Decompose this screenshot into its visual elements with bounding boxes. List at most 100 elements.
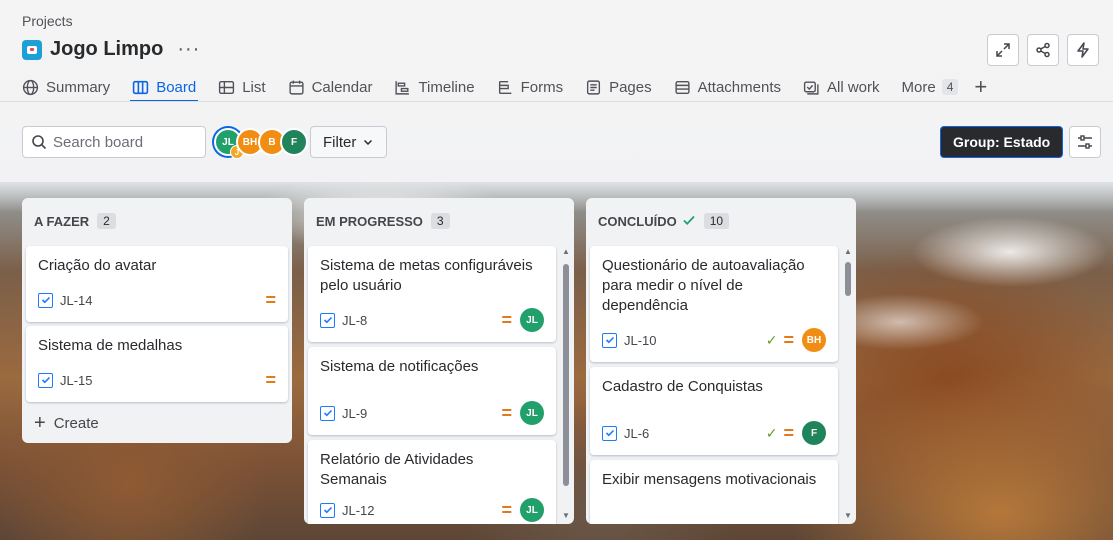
issue-key[interactable]: JL-10 bbox=[624, 333, 760, 348]
search-icon bbox=[32, 135, 47, 150]
task-type-icon bbox=[602, 332, 617, 348]
tab-forms[interactable]: Forms bbox=[497, 73, 564, 101]
timeline-icon bbox=[395, 80, 410, 95]
card-footer: JL-12 = JL bbox=[320, 498, 544, 522]
card-title: Sistema de metas configuráveis pelo usuá… bbox=[320, 257, 533, 294]
assignee-avatar[interactable]: F bbox=[802, 421, 826, 445]
column-scrollbar[interactable]: ▲ ▼ bbox=[562, 248, 570, 520]
tab-timeline[interactable]: Timeline bbox=[394, 73, 475, 101]
task-type-icon bbox=[38, 292, 53, 308]
add-view-plus-icon[interactable]: + bbox=[974, 74, 987, 100]
group-by-button[interactable]: Group: Estado bbox=[940, 126, 1064, 158]
avatar-initials: B bbox=[268, 136, 276, 148]
scroll-up-icon[interactable]: ▲ bbox=[844, 248, 852, 256]
priority-medium-icon: = bbox=[783, 330, 794, 350]
share-button[interactable] bbox=[1027, 34, 1059, 66]
priority-medium-icon: = bbox=[265, 290, 276, 310]
tab-attachments[interactable]: Attachments bbox=[674, 73, 781, 101]
sliders-icon bbox=[1078, 135, 1092, 149]
attachments-icon bbox=[675, 80, 690, 94]
board-icon bbox=[132, 80, 149, 94]
tab-label: Timeline bbox=[418, 78, 475, 96]
issue-card-exibir-mensagens[interactable]: Exibir mensagens motivacionais bbox=[590, 460, 838, 524]
issue-card-jl-8[interactable]: Sistema de metas configuráveis pelo usuá… bbox=[308, 246, 556, 342]
done-check-icon bbox=[682, 213, 696, 230]
view-settings-button[interactable] bbox=[1069, 126, 1101, 158]
priority-medium-icon: = bbox=[501, 500, 512, 520]
page-title[interactable]: Jogo Limpo bbox=[50, 38, 163, 61]
title-row: Jogo Limpo ··· bbox=[22, 38, 200, 61]
issue-card-jl-14[interactable]: Criação do avatar JL-14 = bbox=[26, 246, 288, 322]
task-type-icon bbox=[320, 312, 335, 328]
create-issue-button[interactable]: + Create bbox=[34, 413, 99, 433]
more-actions-icon[interactable]: ··· bbox=[177, 38, 200, 61]
scroll-down-icon[interactable]: ▼ bbox=[562, 512, 570, 520]
tab-label: Forms bbox=[520, 78, 564, 96]
issue-key[interactable]: JL-15 bbox=[60, 373, 259, 388]
issue-key[interactable]: JL-12 bbox=[342, 503, 495, 518]
tab-pages[interactable]: Pages bbox=[585, 73, 652, 101]
scroll-down-icon[interactable]: ▼ bbox=[844, 512, 852, 520]
automation-button[interactable] bbox=[1067, 34, 1099, 66]
header-actions bbox=[987, 34, 1099, 66]
issue-key[interactable]: JL-9 bbox=[342, 406, 495, 421]
issue-key[interactable]: JL-8 bbox=[342, 313, 495, 328]
card-footer: JL-6 ✓ = F bbox=[602, 421, 826, 445]
column-title: A FAZER bbox=[34, 213, 90, 229]
filter-label: Filter bbox=[323, 133, 357, 151]
tab-board[interactable]: Board bbox=[130, 73, 199, 102]
column-count: 2 bbox=[97, 213, 116, 229]
column-header[interactable]: A FAZER 2 bbox=[22, 198, 292, 244]
scrollbar-thumb[interactable] bbox=[845, 262, 851, 296]
issue-card-jl-12[interactable]: Relatório de Atividades Semanais JL-12 =… bbox=[308, 440, 556, 524]
tab-more[interactable]: More 4 bbox=[902, 73, 959, 101]
avatar-filter-group: JL J BH B F bbox=[214, 128, 308, 159]
column-a-fazer: A FAZER 2 Criação do avatar JL-14 = Sist… bbox=[22, 198, 292, 443]
list-icon bbox=[219, 80, 235, 94]
card-title: Questionário de autoavaliação para medir… bbox=[602, 257, 805, 314]
issue-key[interactable]: JL-6 bbox=[624, 426, 760, 441]
card-footer: JL-15 = bbox=[38, 368, 276, 392]
tab-calendar[interactable]: Calendar bbox=[288, 73, 372, 101]
task-type-icon bbox=[602, 425, 617, 441]
tab-list[interactable]: List bbox=[218, 73, 266, 101]
filter-button[interactable]: Filter bbox=[310, 126, 388, 158]
issue-card-jl-15[interactable]: Sistema de medalhas JL-15 = bbox=[26, 326, 288, 402]
column-count: 3 bbox=[430, 213, 450, 229]
assignee-avatar[interactable]: JL bbox=[520, 308, 544, 332]
card-footer: JL-14 = bbox=[38, 288, 276, 312]
assignee-avatar[interactable]: JL bbox=[520, 498, 544, 522]
avatar-initials: F bbox=[290, 136, 298, 148]
tab-label: Pages bbox=[609, 78, 652, 96]
forms-icon bbox=[498, 80, 511, 94]
column-header[interactable]: CONCLUÍDO 10 bbox=[586, 198, 856, 244]
plus-icon: + bbox=[34, 412, 46, 434]
tab-label: Summary bbox=[46, 78, 111, 96]
breadcrumb-projects[interactable]: Projects bbox=[22, 13, 73, 29]
tab-summary[interactable]: Summary bbox=[22, 73, 110, 101]
tab-all-work[interactable]: All work bbox=[803, 73, 880, 101]
issue-key[interactable]: JL-14 bbox=[60, 293, 259, 308]
expand-icon bbox=[996, 43, 1010, 57]
tab-label: Attachments bbox=[697, 78, 781, 96]
avatar-initials: BH bbox=[242, 136, 258, 148]
scroll-up-icon[interactable]: ▲ bbox=[562, 248, 570, 256]
issue-card-jl-9[interactable]: Sistema de notificações JL-9 = JL bbox=[308, 347, 556, 435]
priority-medium-icon: = bbox=[783, 423, 794, 443]
card-title: Sistema de medalhas bbox=[38, 337, 183, 354]
avatar-filter-f[interactable]: F bbox=[280, 128, 308, 156]
lightning-icon bbox=[1077, 42, 1089, 58]
search-input[interactable] bbox=[53, 133, 193, 151]
scrollbar-thumb[interactable] bbox=[563, 264, 569, 486]
issue-card-jl-6[interactable]: Cadastro de Conquistas JL-6 ✓ = F bbox=[590, 367, 838, 455]
issue-card-jl-10[interactable]: Questionário de autoavaliação para medir… bbox=[590, 246, 838, 362]
column-title: CONCLUÍDO bbox=[598, 213, 677, 229]
column-header[interactable]: EM PROGRESSO 3 bbox=[304, 198, 574, 244]
column-scrollbar[interactable]: ▲ ▼ bbox=[844, 248, 852, 520]
search-board[interactable] bbox=[22, 126, 206, 158]
calendar-icon bbox=[288, 80, 304, 95]
all-work-icon bbox=[803, 80, 819, 95]
fullscreen-button[interactable] bbox=[987, 34, 1019, 66]
assignee-avatar[interactable]: BH bbox=[802, 328, 826, 352]
assignee-avatar[interactable]: JL bbox=[520, 401, 544, 425]
